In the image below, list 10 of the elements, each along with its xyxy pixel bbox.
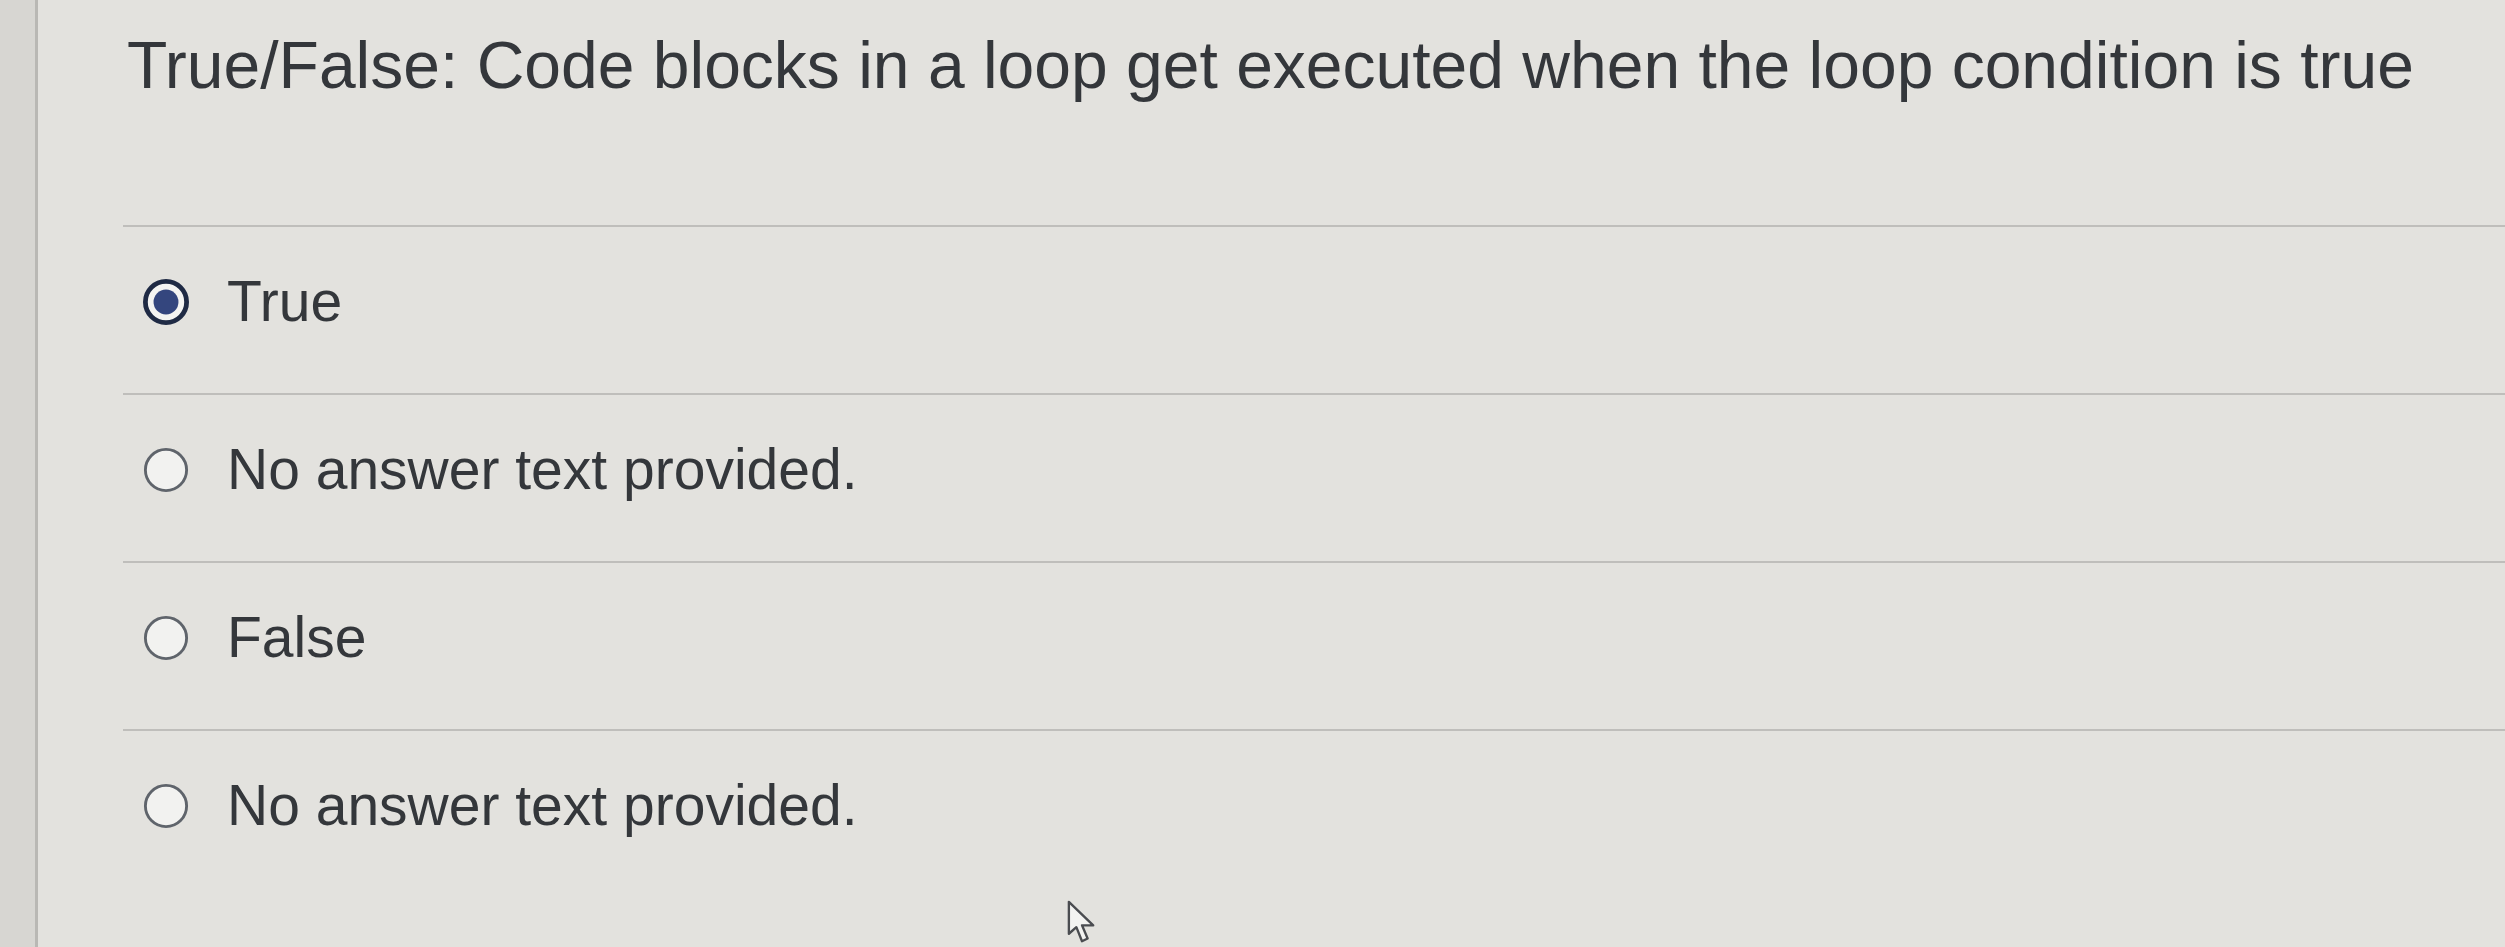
radio-button[interactable] xyxy=(143,615,189,662)
radio-button[interactable] xyxy=(143,783,189,830)
question-text: True/False: Code blocks in a loop get executed when the loop condition is true xyxy=(126,27,2415,104)
radio-button[interactable] xyxy=(143,279,189,326)
answer-label[interactable]: No answer text provided. xyxy=(227,773,858,839)
answer-label[interactable]: False xyxy=(227,605,367,671)
answer-label[interactable]: No answer text provided. xyxy=(227,437,858,503)
pointer-icon xyxy=(1067,900,1097,945)
answer-label[interactable]: True xyxy=(227,269,343,335)
radio-button[interactable] xyxy=(143,447,189,494)
